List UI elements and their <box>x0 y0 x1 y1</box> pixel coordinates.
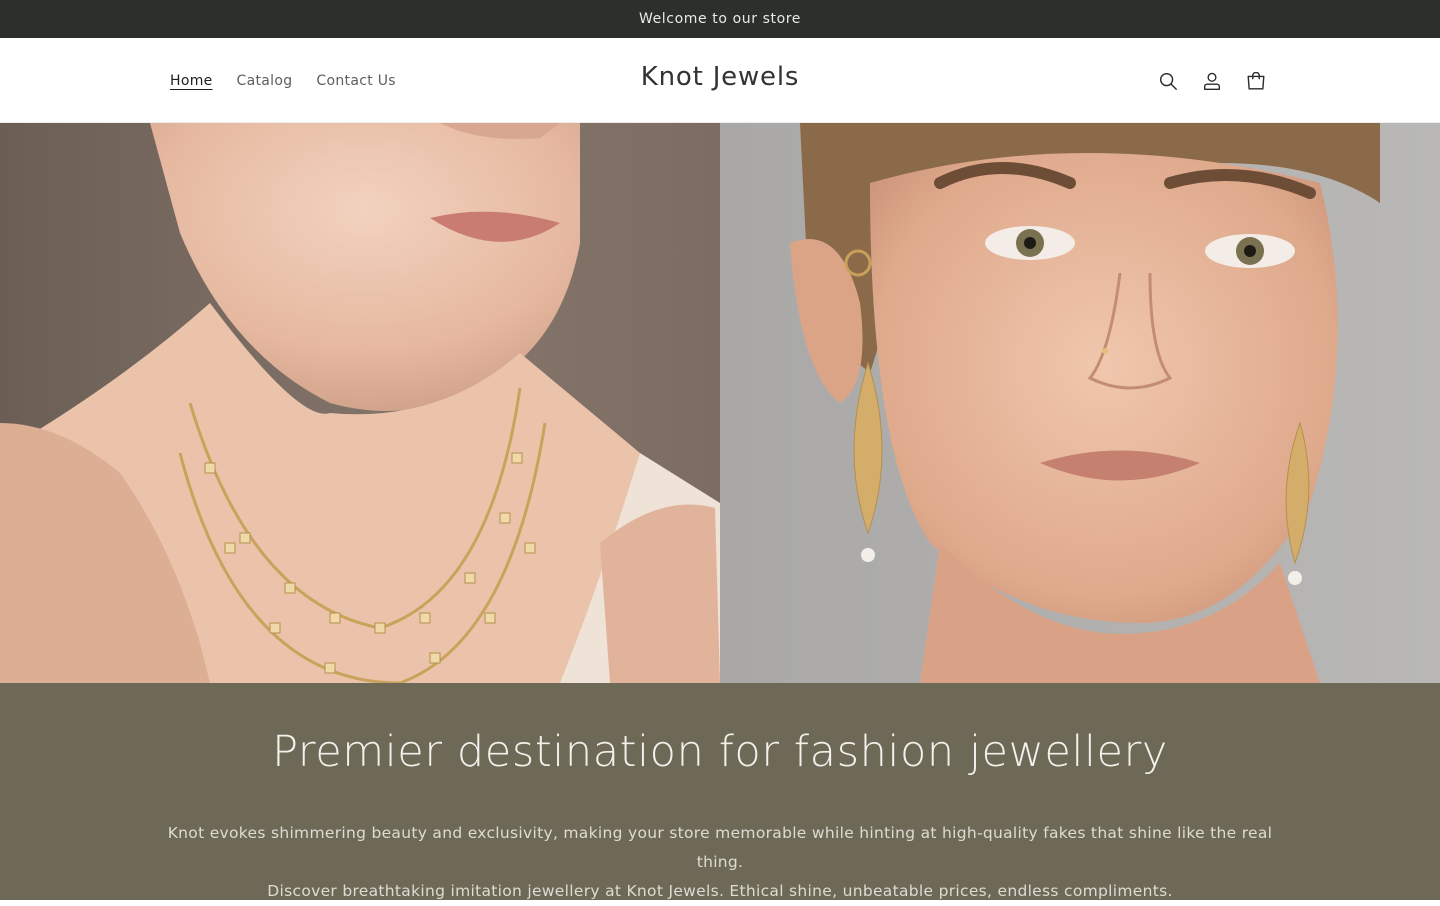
header-icons <box>1150 38 1274 123</box>
account-button[interactable] <box>1194 59 1230 103</box>
banner-line-1: Knot evokes shimmering beauty and exclus… <box>167 824 1273 871</box>
necklace-model-illustration <box>0 123 720 683</box>
search-button[interactable] <box>1150 59 1186 103</box>
main-nav: Home Catalog Contact Us <box>158 38 408 123</box>
site-header: Home Catalog Contact Us Knot Jewels <box>0 38 1440 123</box>
cart-button[interactable] <box>1238 59 1274 103</box>
account-icon <box>1203 72 1221 90</box>
earring-model-image[interactable] <box>720 123 1440 683</box>
search-icon <box>1159 72 1177 90</box>
intro-banner: Premier destination for fashion jeweller… <box>0 683 1440 900</box>
nav-home[interactable]: Home <box>158 73 225 89</box>
banner-heading: Premier destination for fashion jeweller… <box>272 727 1168 777</box>
banner-line-2: Discover breathtaking imitation jeweller… <box>267 882 1173 900</box>
announcement-bar: Welcome to our store <box>0 0 1440 38</box>
necklace-model-image[interactable] <box>0 123 720 683</box>
cart-icon <box>1247 71 1265 89</box>
site-logo[interactable]: Knot Jewels <box>641 62 799 92</box>
banner-description: Knot evokes shimmering beauty and exclus… <box>150 819 1290 906</box>
announcement-text: Welcome to our store <box>638 11 802 27</box>
hero-images <box>0 123 1440 683</box>
nav-contact-us[interactable]: Contact Us <box>304 73 407 89</box>
earring-model-illustration <box>720 123 1440 683</box>
nav-catalog[interactable]: Catalog <box>225 73 305 89</box>
